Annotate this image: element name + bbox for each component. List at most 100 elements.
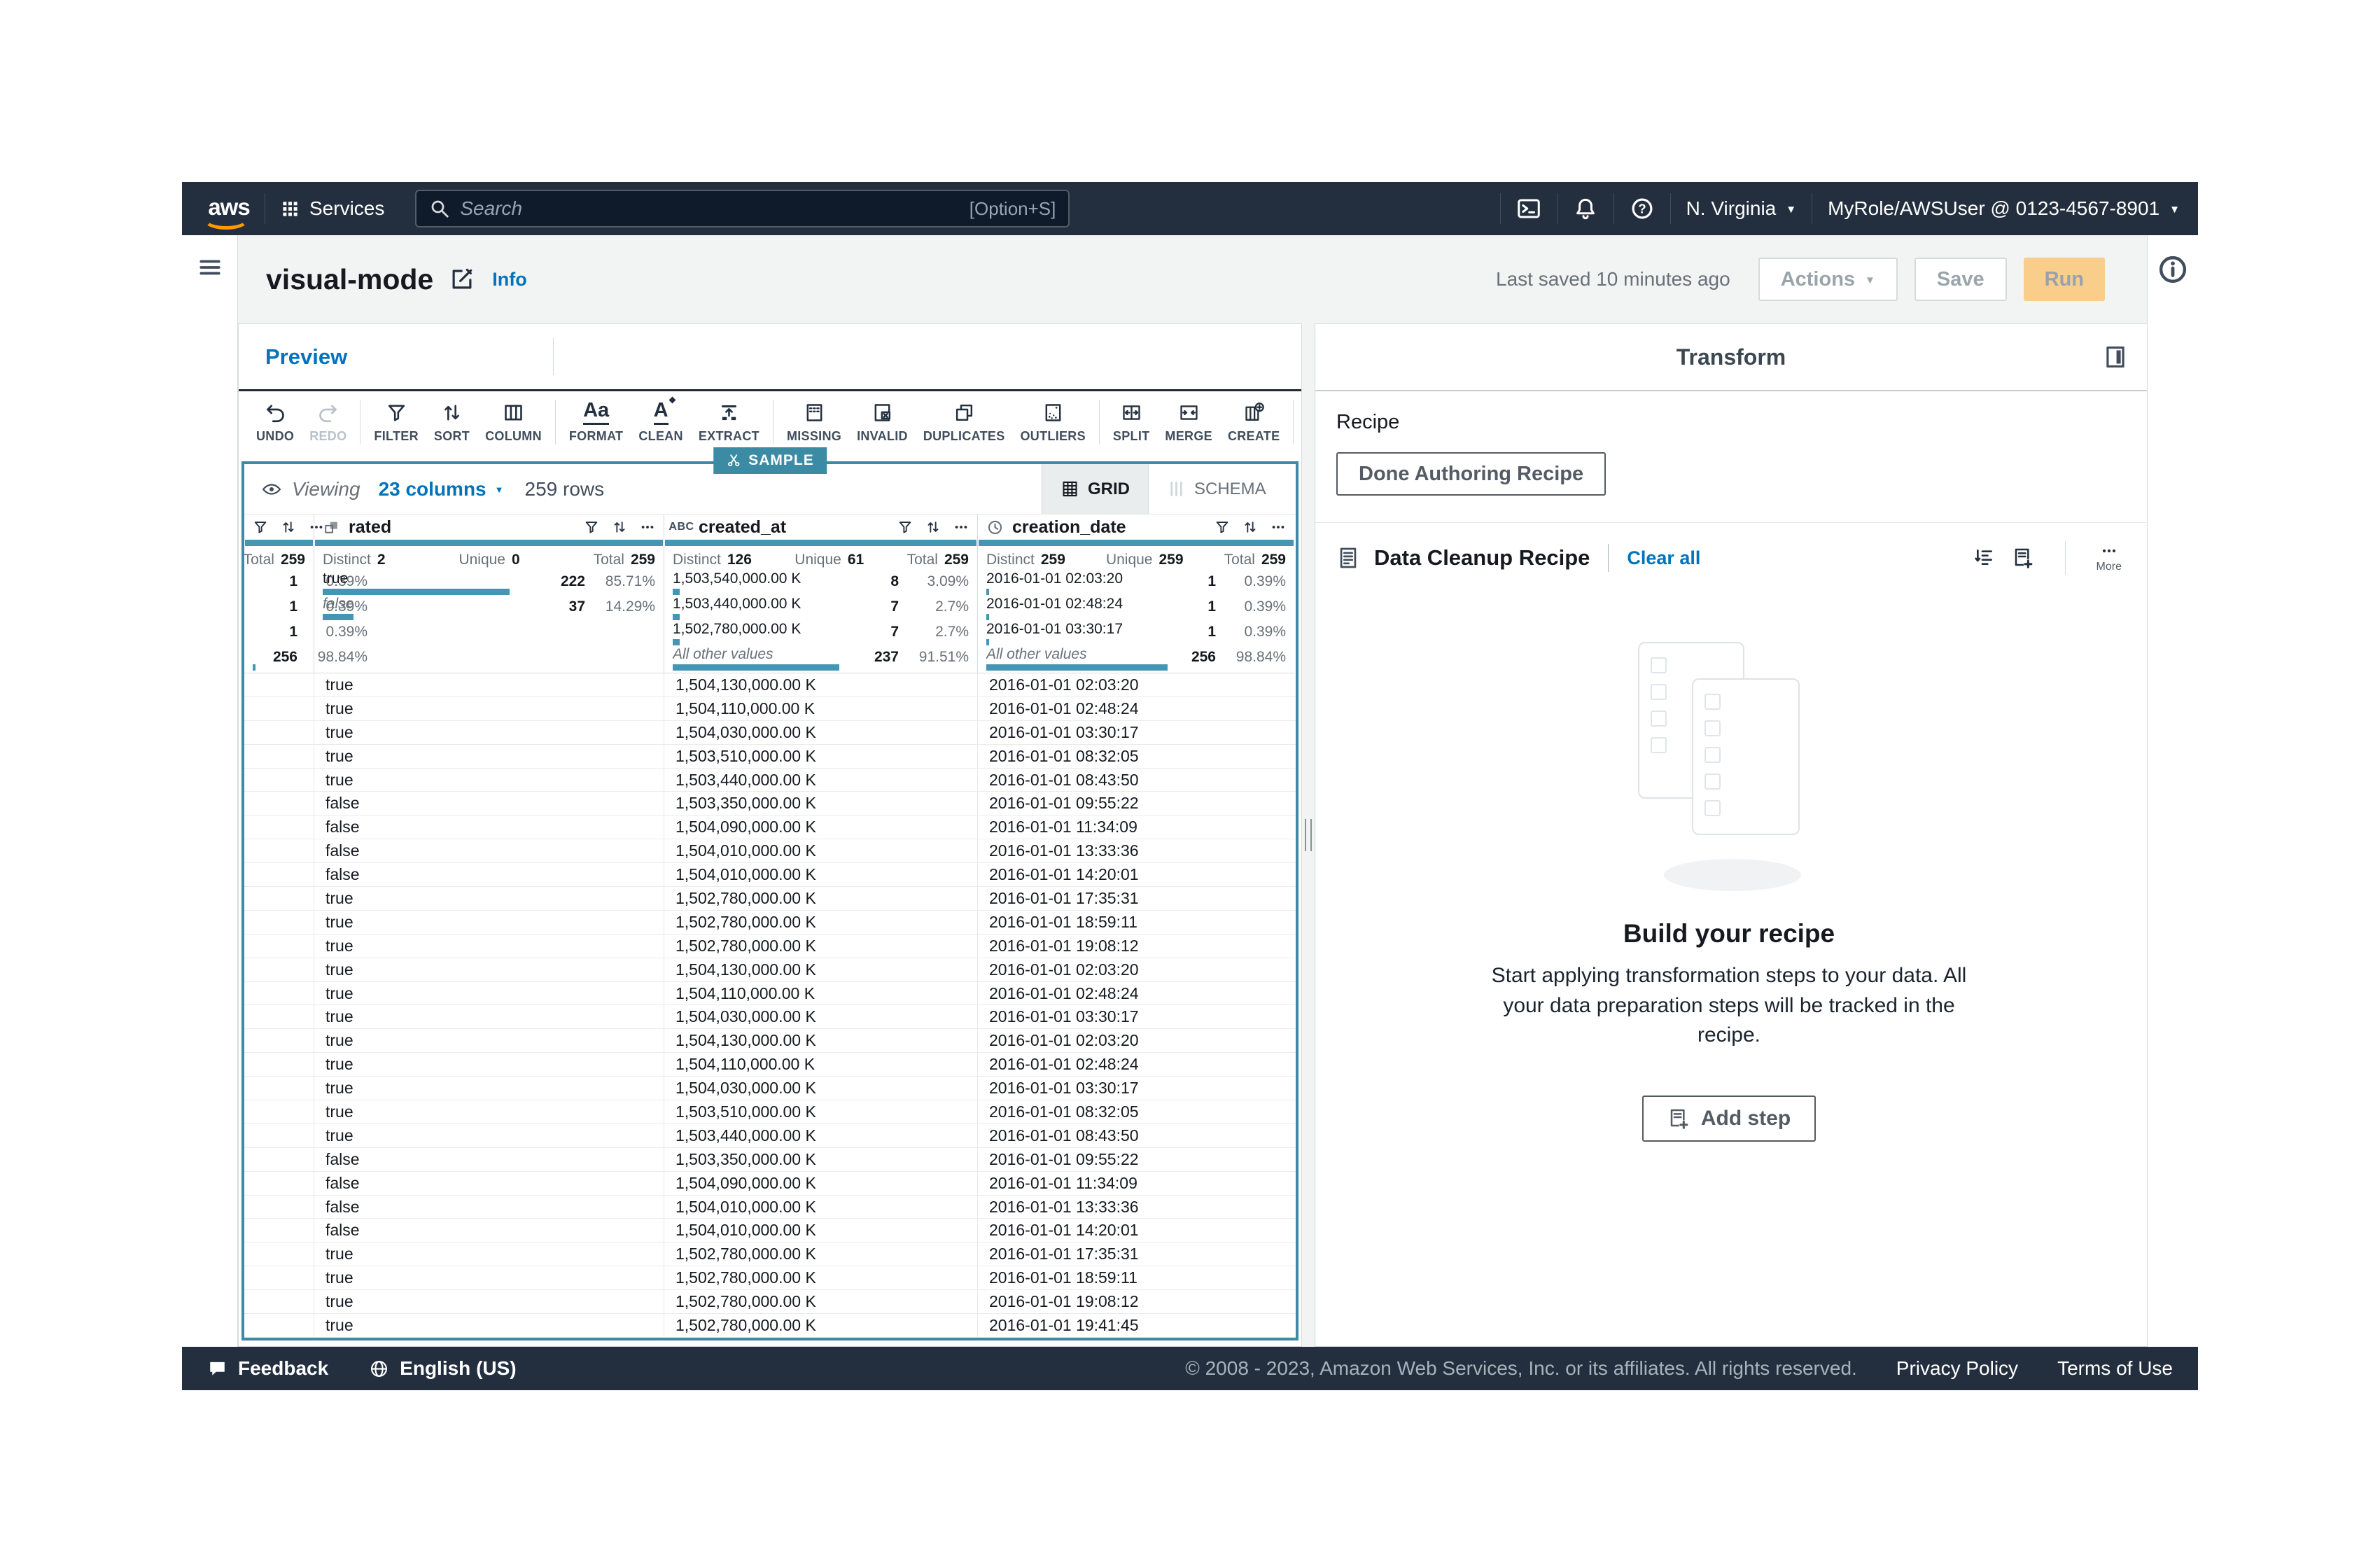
table-cell[interactable] xyxy=(244,1196,314,1219)
table-cell[interactable]: 2016-01-01 08:43:50 xyxy=(978,769,1294,792)
table-cell[interactable]: 1,504,130,000.00 K xyxy=(664,1029,978,1052)
table-cell[interactable] xyxy=(244,1290,314,1313)
table-cell[interactable]: false xyxy=(314,1148,664,1171)
table-cell[interactable] xyxy=(244,673,314,696)
table-cell[interactable]: true xyxy=(314,1290,664,1313)
table-cell[interactable] xyxy=(244,863,314,886)
table-cell[interactable]: 1,503,350,000.00 K xyxy=(664,792,978,815)
toolbar-merge-button[interactable]: MERGE xyxy=(1157,400,1220,444)
table-cell[interactable]: 1,504,110,000.00 K xyxy=(664,697,978,720)
toolbar-format-button[interactable]: AaFORMAT xyxy=(561,400,631,444)
run-button[interactable]: Run xyxy=(2024,258,2105,301)
table-cell[interactable]: 1,504,110,000.00 K xyxy=(664,982,978,1005)
table-cell[interactable]: false xyxy=(314,863,664,886)
table-cell[interactable]: 2016-01-01 09:55:22 xyxy=(978,792,1294,815)
terms-of-use-link[interactable]: Terms of Use xyxy=(2057,1357,2173,1380)
table-cell[interactable]: true xyxy=(314,1053,664,1076)
table-cell[interactable] xyxy=(244,1172,314,1195)
help-button[interactable]: ? xyxy=(1630,196,1655,221)
table-cell[interactable]: 2016-01-01 08:32:05 xyxy=(978,745,1294,768)
table-cell[interactable]: 1,504,090,000.00 K xyxy=(664,816,978,839)
toolbar-create-button[interactable]: CREATE xyxy=(1220,400,1287,444)
table-cell[interactable]: 1,504,090,000.00 K xyxy=(664,1172,978,1195)
columns-selector[interactable]: 23 columns ▼ xyxy=(379,478,504,500)
table-cell[interactable]: 1,504,030,000.00 K xyxy=(664,1077,978,1100)
region-selector[interactable]: N. Virginia ▼ xyxy=(1686,197,1797,220)
table-cell[interactable]: 2016-01-01 08:43:50 xyxy=(978,1124,1294,1147)
toolbar-undo-button[interactable]: UNDO xyxy=(248,400,302,444)
table-cell[interactable]: true xyxy=(314,982,664,1005)
stat-value-row[interactable]: 10.39% xyxy=(253,571,305,596)
stat-value-row[interactable]: 1,503,440,000.00 K72.7% xyxy=(673,596,969,622)
toolbar-duplicates-button[interactable]: DUPLICATES xyxy=(916,400,1013,444)
global-search[interactable]: [Option+S] xyxy=(415,190,1070,227)
table-cell[interactable]: 2016-01-01 02:03:20 xyxy=(978,673,1294,696)
table-cell[interactable]: false xyxy=(314,1172,664,1195)
toolbar-clean-button[interactable]: ACLEAN xyxy=(631,400,691,444)
toolbar-column-button[interactable]: COLUMN xyxy=(477,400,550,444)
column-filter-button[interactable] xyxy=(897,519,913,535)
tab-preview[interactable]: Preview xyxy=(239,324,554,389)
stat-value-row[interactable]: All other values23791.51% xyxy=(673,647,969,672)
table-cell[interactable]: 1,504,110,000.00 K xyxy=(664,1053,978,1076)
toolbar-redo-button[interactable]: REDO xyxy=(302,400,354,444)
table-cell[interactable] xyxy=(244,769,314,792)
stat-value-row[interactable]: 2016-01-01 02:03:2010.39% xyxy=(986,571,1286,596)
table-cell[interactable]: 2016-01-01 02:48:24 xyxy=(978,982,1294,1005)
table-cell[interactable] xyxy=(244,1124,314,1147)
table-cell[interactable]: 1,504,010,000.00 K xyxy=(664,839,978,862)
table-cell[interactable] xyxy=(244,1100,314,1124)
table-cell[interactable]: 1,502,780,000.00 K xyxy=(664,1266,978,1289)
schema-view-button[interactable]: SCHEMA xyxy=(1149,464,1296,514)
table-cell[interactable]: true xyxy=(314,1266,664,1289)
column-sort-button[interactable] xyxy=(925,519,941,535)
toolbar-missing-button[interactable]: MISSING xyxy=(779,400,849,444)
table-cell[interactable]: 2016-01-01 19:41:45 xyxy=(978,1314,1294,1337)
add-step-button[interactable]: Add step xyxy=(1642,1096,1816,1142)
stat-value-row[interactable]: All other values25698.84% xyxy=(986,647,1286,672)
table-cell[interactable]: false xyxy=(314,1219,664,1242)
table-cell[interactable] xyxy=(244,1005,314,1028)
done-authoring-recipe-button[interactable]: Done Authoring Recipe xyxy=(1336,452,1606,496)
table-cell[interactable] xyxy=(244,792,314,815)
publish-recipe-button[interactable] xyxy=(2012,547,2034,569)
table-cell[interactable]: 1,503,510,000.00 K xyxy=(664,745,978,768)
toolbar-extract-button[interactable]: EXTRACT xyxy=(691,400,767,444)
table-cell[interactable]: 1,504,030,000.00 K xyxy=(664,1005,978,1028)
table-cell[interactable]: 1,504,030,000.00 K xyxy=(664,721,978,744)
table-cell[interactable]: 2016-01-01 14:20:01 xyxy=(978,1219,1294,1242)
table-cell[interactable]: 2016-01-01 08:32:05 xyxy=(978,1100,1294,1124)
table-cell[interactable]: true xyxy=(314,911,664,934)
column-menu-button[interactable] xyxy=(640,519,655,535)
table-cell[interactable]: true xyxy=(314,934,664,958)
table-cell[interactable] xyxy=(244,816,314,839)
table-cell[interactable]: 2016-01-01 02:48:24 xyxy=(978,1053,1294,1076)
table-cell[interactable]: 1,504,010,000.00 K xyxy=(664,1196,978,1219)
stat-value-row[interactable]: 2016-01-01 02:48:2410.39% xyxy=(986,596,1286,622)
table-cell[interactable] xyxy=(244,1314,314,1337)
table-cell[interactable]: true xyxy=(314,1314,664,1337)
table-cell[interactable]: 2016-01-01 02:03:20 xyxy=(978,958,1294,981)
table-cell[interactable] xyxy=(244,887,314,910)
toolbar-sort-button[interactable]: SORT xyxy=(426,400,477,444)
table-cell[interactable]: 2016-01-01 19:08:12 xyxy=(978,1290,1294,1313)
recipe-more-button[interactable]: More xyxy=(2096,542,2122,573)
table-cell[interactable]: true xyxy=(314,1005,664,1028)
table-cell[interactable]: 2016-01-01 17:35:31 xyxy=(978,1242,1294,1266)
table-cell[interactable] xyxy=(244,1266,314,1289)
table-cell[interactable]: true xyxy=(314,673,664,696)
table-cell[interactable] xyxy=(244,721,314,744)
toolbar-functions-button[interactable]: ΣFUNCTIONS xyxy=(1299,400,1301,444)
column-menu-button[interactable] xyxy=(1270,519,1286,535)
table-cell[interactable]: true xyxy=(314,721,664,744)
toolbar-outliers-button[interactable]: OUTLIERS xyxy=(1013,400,1093,444)
column-filter-button[interactable] xyxy=(584,519,599,535)
table-cell[interactable]: 2016-01-01 02:03:20 xyxy=(978,1029,1294,1052)
table-cell[interactable]: true xyxy=(314,958,664,981)
stat-value-row[interactable]: 1,502,780,000.00 K72.7% xyxy=(673,622,969,647)
services-menu-button[interactable]: Services xyxy=(281,197,384,220)
table-cell[interactable]: 2016-01-01 18:59:11 xyxy=(978,1266,1294,1289)
table-cell[interactable]: 1,504,130,000.00 K xyxy=(664,673,978,696)
table-cell[interactable]: 2016-01-01 03:30:17 xyxy=(978,721,1294,744)
table-cell[interactable]: true xyxy=(314,697,664,720)
